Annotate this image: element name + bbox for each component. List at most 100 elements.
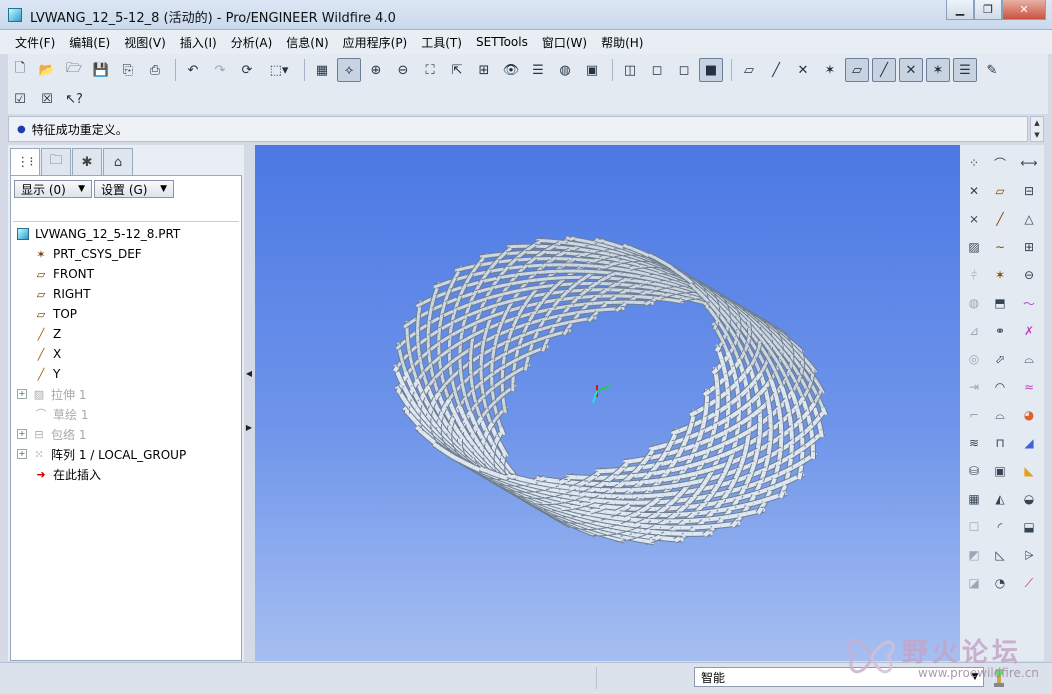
repaint-button[interactable]: ▦ — [310, 58, 334, 82]
color-wheel-icon: ◍ — [559, 62, 571, 78]
tree-node-pattern[interactable]: + ⁙ 阵列 1 / LOCAL_GROUP — [15, 444, 239, 464]
tab-favorites[interactable]: ✱ — [72, 148, 102, 175]
tree-node-extrude[interactable]: + ▨ 拉伸 1 — [15, 384, 239, 404]
expand-icon[interactable]: + — [17, 449, 27, 459]
annotation-display-button[interactable]: ☰ — [953, 58, 977, 82]
tree-node-wrap[interactable]: + ⊟ 包络 1 — [15, 424, 239, 444]
csys-on-button[interactable]: ✶ — [818, 58, 842, 82]
csys-icon: ✶ — [36, 247, 46, 261]
message-scrollbar[interactable]: ▲ ▼ — [1030, 116, 1044, 142]
tree-node-axis-x[interactable]: ╱ X — [15, 344, 239, 364]
save-copy-button[interactable]: ⎘ — [116, 58, 140, 82]
menu-settools[interactable]: SETTools — [469, 35, 535, 49]
tab-connections[interactable]: ⌂ — [103, 148, 133, 175]
model-tree-header — [13, 200, 239, 222]
zoom-in-button[interactable]: ⊕ — [364, 58, 388, 82]
cancel-button[interactable]: ☒ — [35, 87, 59, 111]
appearance-button[interactable]: ◍ — [553, 58, 577, 82]
datum-axes-on-button[interactable]: ╱ — [764, 58, 788, 82]
menu-view[interactable]: 视图(V) — [117, 34, 173, 51]
menu-tools[interactable]: 工具(T) — [414, 34, 469, 51]
tree-node-label: FRONT — [53, 267, 94, 281]
tree-node-axis-z[interactable]: ╱ Z — [15, 324, 239, 344]
title-bar: LVWANG_12_5-12_8 (活动的) - Pro/ENGINEER Wi… — [0, 0, 1052, 30]
datum-planes-on-button[interactable]: ▱ — [737, 58, 761, 82]
settings-dropdown[interactable]: 设置 (G) ▼ — [94, 180, 174, 198]
new-file-icon: 🗋 — [14, 61, 26, 76]
hidden-line-button[interactable]: ◻ — [645, 58, 669, 82]
zoom-out-button[interactable]: ⊖ — [391, 58, 415, 82]
pattern-icon: ⁙ — [34, 447, 44, 461]
csys-icon: ✶ — [824, 62, 836, 78]
print-button[interactable]: ⎙ — [143, 58, 167, 82]
select-working-directory-button[interactable]: 🗁 — [62, 58, 86, 82]
menu-edit[interactable]: 编辑(E) — [62, 34, 117, 51]
menu-info[interactable]: 信息(N) — [279, 34, 335, 51]
datum-axis-tool-button[interactable]: ╱ — [872, 58, 896, 82]
tree-node-right[interactable]: ▱ RIGHT — [15, 284, 239, 304]
model-tree: LVWANG_12_5-12_8.PRT ✶ PRT_CSYS_DEF ▱ FR… — [15, 224, 239, 484]
graphics-window[interactable] — [255, 145, 960, 661]
tree-node-top[interactable]: ▱ TOP — [15, 304, 239, 324]
regenerate-button[interactable]: ⟳ — [235, 58, 259, 82]
datum-point-tool-button[interactable]: ✕ — [899, 58, 923, 82]
tree-node-label: 在此插入 — [53, 467, 102, 482]
no-hidden-button[interactable]: ◻ — [672, 58, 696, 82]
context-help-button[interactable]: ↖? — [62, 87, 86, 111]
save-button[interactable]: 💾 — [89, 58, 113, 82]
selection-box-icon: ⬚▾ — [269, 62, 289, 78]
tree-node-csys[interactable]: ✶ PRT_CSYS_DEF — [15, 244, 239, 264]
reorient-button[interactable]: ⇱ — [445, 58, 469, 82]
spin-center-button[interactable]: ⟡ — [337, 58, 361, 82]
view-manager-button[interactable]: 👁 — [499, 58, 523, 82]
tree-node-axis-y[interactable]: ╱ Y — [15, 364, 239, 384]
open-file-button[interactable]: 📂 — [35, 58, 59, 82]
close-button[interactable]: ✕ — [1002, 0, 1046, 20]
selection-box-button[interactable]: ⬚▾ — [262, 58, 296, 82]
datum-plane-icon: ▱ — [744, 62, 754, 78]
close-box-icon: ☒ — [41, 91, 53, 107]
menu-bar: 文件(F) 编辑(E) 视图(V) 插入(I) 分析(A) 信息(N) 应用程序… — [0, 30, 1052, 54]
expand-right-icon[interactable]: ▶ — [244, 423, 254, 432]
shading-button[interactable]: ■ — [699, 58, 723, 82]
model-tree-panel: 显示 (0) ▼ 设置 (G) ▼ LVWANG_12_5-12_8.PRT ✶… — [10, 175, 242, 661]
wireframe-button[interactable]: ◫ — [618, 58, 642, 82]
sketch-tool-button[interactable]: ✎ — [980, 58, 1004, 82]
spin-center-icon: ⟡ — [344, 62, 354, 78]
saved-views-button[interactable]: ⊞ — [472, 58, 496, 82]
undo-button[interactable]: ↶ — [181, 58, 205, 82]
tree-node-part[interactable]: LVWANG_12_5-12_8.PRT — [15, 224, 239, 244]
tab-model-tree[interactable]: ⋮⁝ — [10, 148, 40, 176]
panel-splitter[interactable]: ◀ ▶ — [244, 145, 254, 661]
datum-points-on-button[interactable]: ✕ — [791, 58, 815, 82]
refit-button[interactable]: ⛶ — [418, 58, 442, 82]
datum-axis-icon: ╱ — [37, 347, 45, 361]
redo-button[interactable]: ↷ — [208, 58, 232, 82]
menu-insert[interactable]: 插入(I) — [173, 34, 224, 51]
tree-node-sketch[interactable]: ⌒ 草绘 1 — [15, 404, 239, 424]
layers-button[interactable]: ☰ — [526, 58, 550, 82]
menu-analysis[interactable]: 分析(A) — [224, 34, 280, 51]
datum-axis-icon: ╱ — [772, 62, 780, 78]
menu-window[interactable]: 窗口(W) — [535, 34, 594, 51]
collapse-left-icon[interactable]: ◀ — [244, 369, 254, 378]
minimize-button[interactable]: ▁ — [946, 0, 974, 20]
tree-node-label: 拉伸 1 — [51, 387, 87, 402]
show-dropdown[interactable]: 显示 (0) ▼ — [14, 180, 92, 198]
csys-tool-button[interactable]: ✶ — [926, 58, 950, 82]
expand-icon[interactable]: + — [17, 429, 27, 439]
tab-folder-browser[interactable]: 🗀 — [41, 148, 71, 175]
menu-help[interactable]: 帮助(H) — [594, 34, 650, 51]
datum-plane-tool-button[interactable]: ▱ — [845, 58, 869, 82]
tree-node-front[interactable]: ▱ FRONT — [15, 264, 239, 284]
tree-node-label: LVWANG_12_5-12_8.PRT — [35, 227, 181, 241]
maximize-button[interactable]: ❐ — [974, 0, 1002, 20]
tree-node-insert-here[interactable]: ➜ 在此插入 — [15, 464, 239, 484]
csys-tool-icon: ✶ — [932, 62, 944, 78]
new-file-button[interactable]: 🗋 — [8, 58, 32, 82]
menu-file[interactable]: 文件(F) — [8, 34, 62, 51]
accept-button[interactable]: ☑ — [8, 87, 32, 111]
model-display-button[interactable]: ▣ — [580, 58, 604, 82]
menu-applications[interactable]: 应用程序(P) — [336, 34, 415, 51]
expand-icon[interactable]: + — [17, 389, 27, 399]
